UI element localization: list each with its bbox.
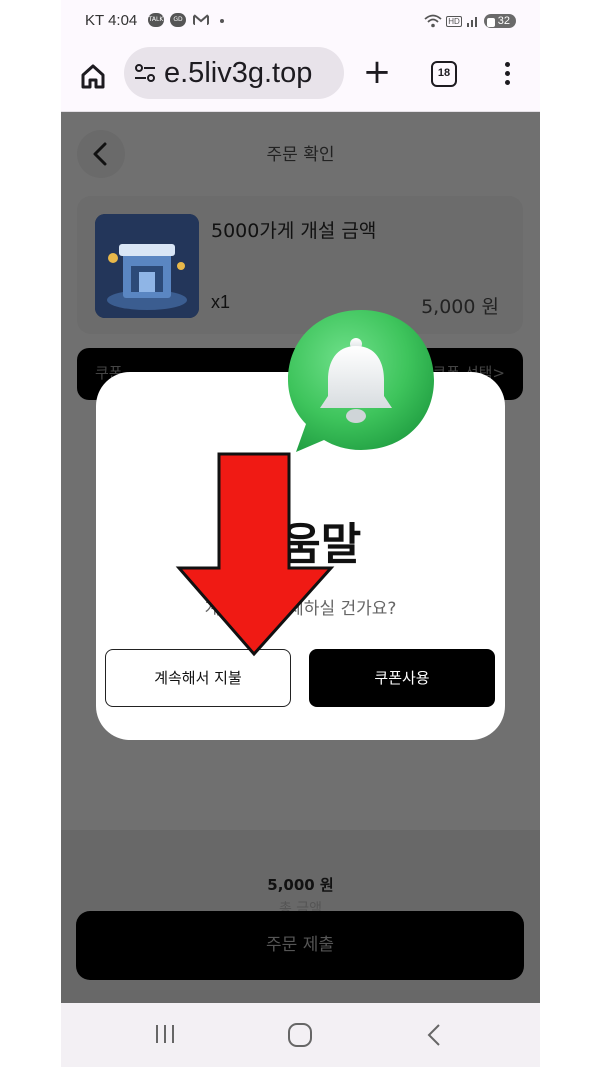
tab-count-button[interactable]: 18 — [431, 61, 457, 87]
wifi-icon — [424, 14, 442, 28]
gmail-icon — [193, 14, 209, 25]
status-bar: KT 4:04 TALK GD HD 32 — [61, 0, 540, 42]
signal-icon — [466, 17, 477, 27]
nav-back-icon[interactable] — [425, 1023, 445, 1047]
storefront-image — [95, 214, 199, 318]
product-quantity: x1 — [211, 292, 231, 312]
status-indicators: HD 32 — [424, 11, 516, 31]
more-vert-icon[interactable] — [497, 58, 517, 90]
product-name: 5000가게 개설 금액 — [211, 220, 377, 242]
system-nav-bar — [61, 1003, 540, 1067]
total-amount: 5,000 원 — [267, 876, 334, 894]
url-text: e.5liv3g.top — [164, 57, 313, 89]
new-tab-button[interactable]: + — [361, 54, 393, 94]
notification-dot-icon — [220, 19, 224, 23]
home-circle-icon[interactable] — [288, 1023, 312, 1047]
arrow-down-icon — [175, 452, 335, 657]
submit-order-button[interactable]: 주문 제출 — [76, 911, 524, 980]
use-coupon-button[interactable]: 쿠폰사용 — [309, 649, 495, 707]
kakao-talk-icon: TALK — [148, 13, 164, 27]
status-time: KT 4:04 — [85, 12, 138, 29]
recent-apps-icon[interactable] — [153, 1023, 177, 1045]
home-icon[interactable] — [77, 60, 109, 92]
site-settings-icon[interactable] — [134, 63, 156, 83]
address-bar[interactable]: e.5liv3g.top — [124, 47, 344, 99]
gd-app-icon: GD — [170, 13, 186, 27]
browser-toolbar: e.5liv3g.top + 18 — [61, 42, 540, 112]
battery-icon: 32 — [483, 14, 516, 28]
hd-voice-icon: HD — [446, 15, 462, 27]
page-title: 주문 확인 — [266, 145, 335, 165]
product-thumbnail — [95, 214, 199, 318]
bell-icon — [288, 310, 434, 452]
phone-screen: KT 4:04 TALK GD HD 32 e.5liv3g.top + 18 … — [61, 0, 540, 1067]
